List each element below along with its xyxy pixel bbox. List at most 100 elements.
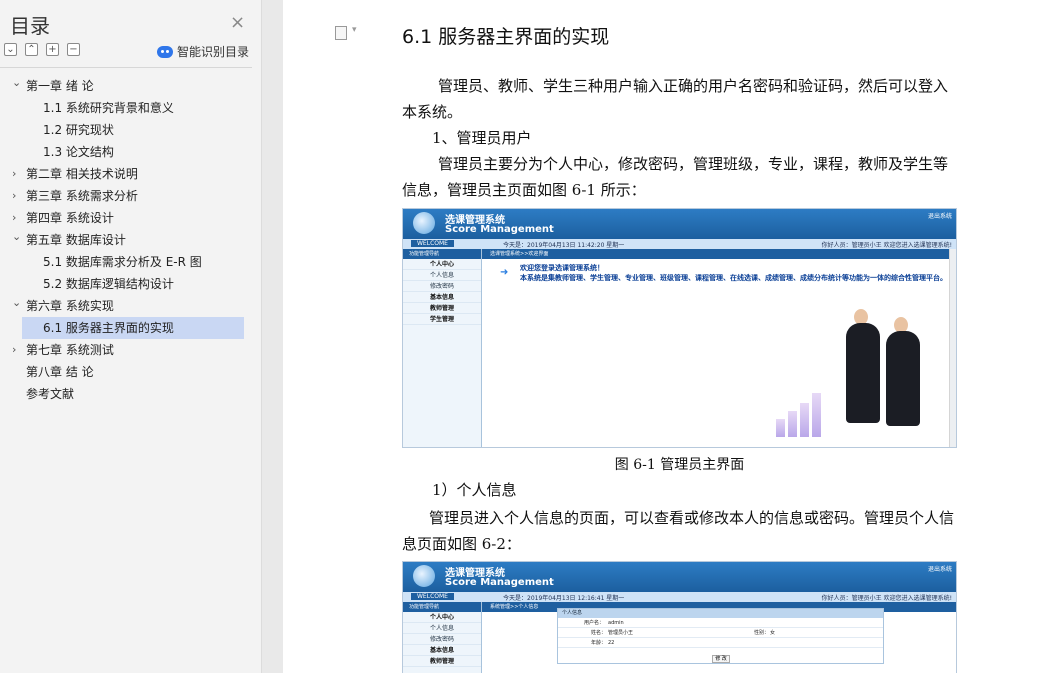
age-label: 年龄：: [591, 640, 607, 646]
nav-menu-item: 教师管理: [403, 303, 481, 314]
toc-item[interactable]: ⌄ 第五章 数据库设计: [0, 229, 252, 251]
app-header: 选课管理系统 Score Management 退出系统: [403, 562, 956, 592]
toc-item-label: 第五章 数据库设计: [26, 233, 126, 247]
toc-item-label: 第三章 系统需求分析: [26, 189, 138, 203]
form-title: 个人信息: [558, 609, 883, 618]
business-people-illustration: [776, 309, 926, 447]
toc-item[interactable]: 1.2 研究现状: [0, 119, 252, 141]
breadcrumb: 选课管理系统>>欢迎界面: [482, 249, 956, 259]
age-value: 22: [608, 640, 615, 646]
toc-item-label: 1.2 研究现状: [43, 123, 114, 137]
smart-toc-button[interactable]: 智能识别目录: [157, 43, 249, 60]
status-bar: WELCOME 今天是：2019年04月13日 12:16:41 星期一 你好人…: [403, 592, 956, 602]
welcome-tag: WELCOME: [411, 593, 454, 600]
document-outline-icon[interactable]: [335, 25, 357, 40]
toc-item-label: 参考文献: [26, 387, 75, 401]
toc-item-label: 5.1 数据库需求分析及 E-R 图: [43, 255, 202, 269]
section-title: 6.1 服务器主界面的实现: [402, 26, 610, 48]
paragraph-5: 管理员进入个人信息的页面，可以查看或修改本人的信息或密码。管理员个人信息页面如图…: [402, 509, 955, 553]
username-label: 用户名：: [584, 620, 605, 626]
date-text: 今天是：2019年04月13日 12:16:41 星期一: [503, 595, 625, 602]
toc-item[interactable]: 5.2 数据库逻辑结构设计: [0, 273, 252, 295]
smart-toc-label: 智能识别目录: [177, 45, 250, 59]
toc-item-label: 第二章 相关技术说明: [26, 167, 138, 181]
smart-robot-icon: [157, 45, 173, 58]
toc-item[interactable]: 1.1 系统研究背景和意义: [0, 97, 252, 119]
toc-item[interactable]: 6.1 服务器主界面的实现: [0, 317, 252, 339]
nav-menu-item: 基本信息: [403, 645, 481, 656]
user-text: 你好人员：管理员小王 欢迎您进入选课管理系统!: [821, 595, 952, 602]
nav-menu: 功能管理导航 个人中心 个人信息 修改密码 基本信息 教师管理 学生管理: [403, 249, 482, 447]
paragraph-1: 管理员、教师、学生三种用户输入正确的用户名密码和验证码，然后可以登入本系统。: [402, 77, 949, 121]
app-header: 选课管理系统 Score Management 退出系统: [403, 209, 956, 239]
toc-item-label: 5.2 数据库逻辑结构设计: [43, 277, 174, 291]
gender-value: 女: [770, 630, 776, 636]
toc-item[interactable]: 参考文献: [0, 383, 252, 405]
personal-info-form: 个人信息 用户名： admin 姓名： 管理员小王 性别： 女 年龄： 22 修…: [557, 608, 884, 664]
toc-item[interactable]: › 第七章 系统测试: [0, 339, 252, 361]
paragraph-3: 管理员主要分为个人中心，修改密码，管理班级，专业，课程，教师及学生等信息，管理员…: [402, 155, 949, 199]
toc-item[interactable]: › 第二章 相关技术说明: [0, 163, 252, 185]
nav-menu-item: 修改密码: [403, 634, 481, 645]
chevron-down-icon[interactable]: ⌄: [12, 226, 21, 248]
arrow-icon: ➜: [500, 267, 509, 278]
chevron-right-icon[interactable]: ›: [12, 163, 16, 185]
expand-all-icon[interactable]: ⌃: [25, 43, 38, 56]
chevron-down-icon[interactable]: ⌄: [12, 292, 21, 314]
main-panel: 选课管理系统>>欢迎界面 ➜ 欢迎您登录选课管理系统！ 本系统是集教师管理、学生…: [482, 249, 956, 447]
figure-caption-1: 图 6-1 管理员主界面: [614, 457, 745, 473]
app-logo-icon: [413, 565, 435, 587]
reader-window: 目录 × ⌄ ⌃ + − 智能识别目录 ⌄ 第一章 绪 论 1.1 系统研究背景和意…: [0, 0, 1041, 673]
nav-menu-item: 基本信息: [403, 292, 481, 303]
exit-link: 退出系统: [927, 213, 952, 220]
paragraph-4: 1）个人信息: [432, 481, 517, 499]
paragraph-2: 1、管理员用户: [432, 129, 532, 147]
toc-item[interactable]: ⌄ 第一章 绪 论: [0, 75, 252, 97]
username-value: admin: [608, 620, 624, 626]
toc-item[interactable]: 第八章 结 论: [0, 361, 252, 383]
app-subtitle: Score Management: [445, 577, 554, 588]
app-subtitle: Score Management: [445, 224, 554, 235]
toc-item-label: 第七章 系统测试: [26, 343, 114, 357]
nav-menu-item: 个人信息: [403, 623, 481, 634]
document-area: 6.1 服务器主界面的实现 管理员、教师、学生三种用户输入正确的用户名密码和验证…: [283, 0, 1041, 673]
chevron-right-icon[interactable]: ›: [12, 185, 16, 207]
nav-menu-item: 学生管理: [403, 314, 481, 325]
toc-item-label: 1.1 系统研究背景和意义: [43, 101, 174, 115]
toc-item-label: 6.1 服务器主界面的实现: [43, 321, 174, 335]
close-icon[interactable]: ×: [230, 12, 245, 33]
toc-item-label: 第一章 绪 论: [26, 79, 94, 93]
welcome-desc: 本系统是集教师管理、学生管理、专业管理、班级管理、课程管理、在线选课、成绩管理、…: [520, 274, 947, 282]
welcome-title: 欢迎您登录选课管理系统！: [520, 264, 604, 272]
app-logo-icon: [413, 212, 435, 234]
nav-header: 功能管理导航: [403, 602, 481, 612]
name-label: 姓名：: [591, 630, 607, 636]
toc-item[interactable]: › 第四章 系统设计: [0, 207, 252, 229]
remove-heading-icon[interactable]: −: [67, 43, 80, 56]
status-bar: WELCOME 今天是：2019年04月13日 11:42:20 星期一 你好人…: [403, 239, 956, 249]
chevron-down-icon[interactable]: ⌄: [12, 72, 21, 94]
chevron-right-icon[interactable]: ›: [12, 339, 16, 361]
user-text: 你好人员：管理员小王 欢迎您进入选课管理系统!: [821, 242, 952, 249]
nav-menu-item: 修改密码: [403, 281, 481, 292]
nav-menu-item: 个人中心: [403, 612, 481, 623]
modify-button: 修 改: [712, 655, 730, 663]
figure-personal-info: 选课管理系统 Score Management 退出系统 WELCOME 今天是…: [402, 561, 957, 673]
exit-link: 退出系统: [927, 566, 952, 573]
toc-item[interactable]: 1.3 论文结构: [0, 141, 252, 163]
nav-menu: 功能管理导航 个人中心 个人信息 修改密码 基本信息 教师管理: [403, 602, 482, 673]
scrollbar: [949, 249, 956, 447]
toc-item[interactable]: › 第三章 系统需求分析: [0, 185, 252, 207]
toc-item-label: 第六章 系统实现: [26, 299, 114, 313]
main-panel: 系统管理>>个人信息 个人信息 用户名： admin 姓名： 管理员小王 性别：: [482, 602, 956, 673]
name-value: 管理员小王: [608, 630, 634, 636]
add-heading-icon[interactable]: +: [46, 43, 59, 56]
toc-item[interactable]: 5.1 数据库需求分析及 E-R 图: [0, 251, 252, 273]
toc-item[interactable]: ⌄ 第六章 系统实现: [0, 295, 252, 317]
toc-sidebar: 目录 × ⌄ ⌃ + − 智能识别目录 ⌄ 第一章 绪 论 1.1 系统研究背景和意…: [0, 0, 262, 673]
toc-divider: [0, 67, 252, 68]
collapse-all-icon[interactable]: ⌄: [4, 43, 17, 56]
nav-header: 功能管理导航: [403, 249, 481, 259]
toc-toolbar: ⌄ ⌃ + −: [4, 43, 80, 56]
toc-item-label: 第四章 系统设计: [26, 211, 114, 225]
